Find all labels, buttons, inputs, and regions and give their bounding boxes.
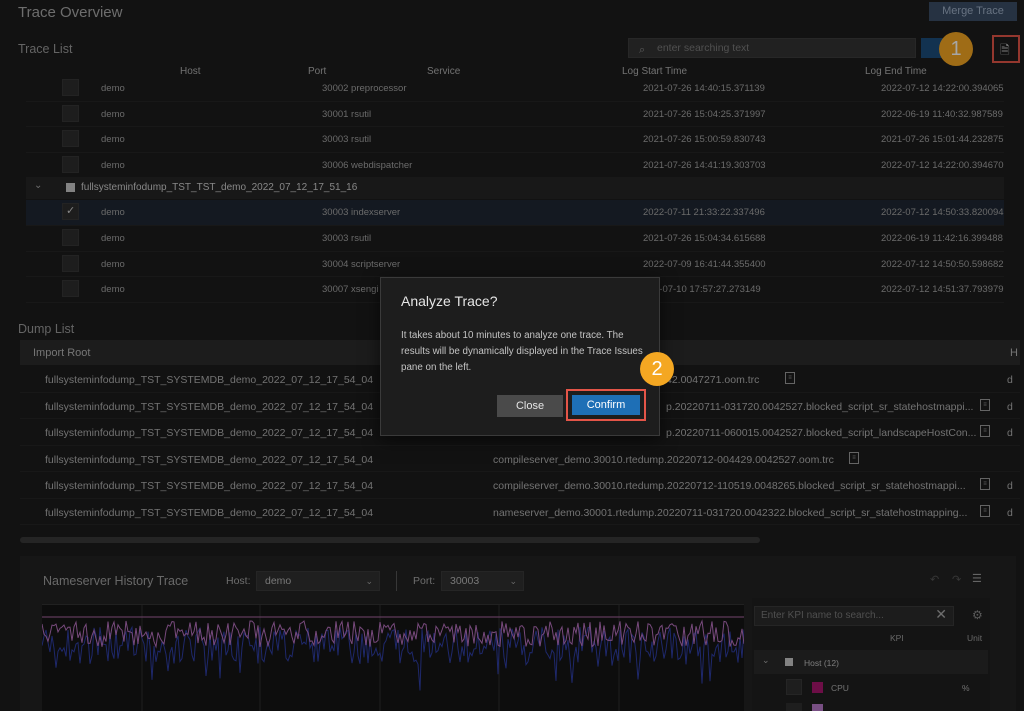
- analyze-trace-dialog: Analyze Trace? It takes about 10 minutes…: [380, 277, 660, 436]
- dialog-body: It takes about 10 minutes to analyze one…: [401, 330, 643, 373]
- confirm-highlight: Confirm: [566, 389, 646, 421]
- confirm-button[interactable]: Confirm: [572, 395, 640, 415]
- close-button[interactable]: Close: [497, 395, 563, 417]
- callout-badge-2: 2: [640, 352, 674, 386]
- dialog-title: Analyze Trace?: [401, 293, 498, 309]
